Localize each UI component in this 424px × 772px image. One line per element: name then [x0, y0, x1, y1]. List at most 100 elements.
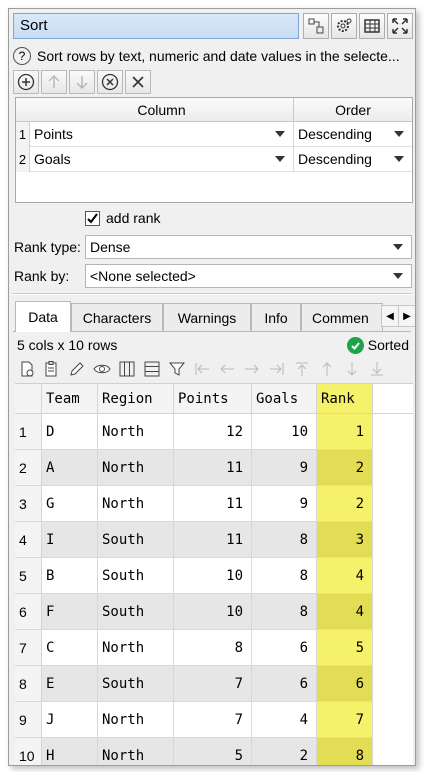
- settings-button[interactable]: [331, 13, 357, 39]
- grid-cell-region[interactable]: North: [98, 450, 174, 486]
- first-column-button[interactable]: [190, 357, 214, 381]
- grid-row-number[interactable]: 7: [15, 630, 42, 666]
- grid-header-rank[interactable]: Rank: [317, 384, 373, 414]
- grid-row-number[interactable]: 9: [15, 702, 42, 738]
- grid-cell-points[interactable]: 7: [174, 666, 252, 702]
- tab-info[interactable]: Info: [251, 303, 301, 331]
- grid-cell-rank[interactable]: 4: [317, 594, 373, 630]
- columns-button[interactable]: [115, 357, 139, 381]
- previous-column-button[interactable]: [215, 357, 239, 381]
- grid-cell-team[interactable]: D: [42, 414, 98, 450]
- grid-header-team[interactable]: Team: [42, 384, 98, 414]
- add-rank-checkbox[interactable]: [85, 210, 100, 226]
- maximize-button[interactable]: [387, 13, 413, 39]
- grid-cell-rank[interactable]: 4: [317, 558, 373, 594]
- grid-row-number[interactable]: 1: [15, 414, 42, 450]
- grid-cell-region[interactable]: South: [98, 558, 174, 594]
- grid-cell-points[interactable]: 10: [174, 558, 252, 594]
- grid-cell-goals[interactable]: 10: [252, 414, 317, 450]
- grid-cell-goals[interactable]: 9: [252, 450, 317, 486]
- grid-cell-team[interactable]: A: [42, 450, 98, 486]
- grid-cell-points[interactable]: 7: [174, 702, 252, 738]
- clear-rows-button[interactable]: [125, 70, 151, 94]
- table-view-button[interactable]: [359, 13, 385, 39]
- grid-row-number[interactable]: 3: [15, 486, 42, 522]
- node-settings-button[interactable]: [303, 13, 329, 39]
- grid-cell-goals[interactable]: 6: [252, 666, 317, 702]
- last-column-button[interactable]: [265, 357, 289, 381]
- grid-cell-points[interactable]: 12: [174, 414, 252, 450]
- grid-cell-rank[interactable]: 7: [317, 702, 373, 738]
- add-rank-option[interactable]: add rank: [85, 208, 160, 228]
- view-button[interactable]: [90, 357, 114, 381]
- filter-button[interactable]: [165, 357, 189, 381]
- grid-cell-team[interactable]: H: [42, 738, 98, 765]
- grid-cell-team[interactable]: I: [42, 522, 98, 558]
- move-up-button[interactable]: [41, 70, 67, 94]
- grid-cell-team[interactable]: J: [42, 702, 98, 738]
- grid-cell-goals[interactable]: 4: [252, 702, 317, 738]
- grid-row-number[interactable]: 4: [15, 522, 42, 558]
- grid-cell-points[interactable]: 5: [174, 738, 252, 765]
- copy-button[interactable]: [40, 357, 64, 381]
- grid-cell-rank[interactable]: 8: [317, 738, 373, 765]
- tab-data[interactable]: Data: [15, 301, 71, 332]
- last-row-button[interactable]: [365, 357, 389, 381]
- grid-cell-goals[interactable]: 6: [252, 630, 317, 666]
- tab-warnings[interactable]: Warnings: [163, 303, 251, 331]
- grid-cell-region[interactable]: North: [98, 414, 174, 450]
- grid-cell-region[interactable]: South: [98, 594, 174, 630]
- grid-cell-rank[interactable]: 3: [317, 522, 373, 558]
- grid-cell-goals[interactable]: 9: [252, 486, 317, 522]
- grid-cell-region[interactable]: North: [98, 486, 174, 522]
- move-down-button[interactable]: [69, 70, 95, 94]
- grid-cell-goals[interactable]: 8: [252, 594, 317, 630]
- rank-by-select[interactable]: <None selected>: [85, 264, 412, 288]
- grid-cell-rank[interactable]: 2: [317, 486, 373, 522]
- help-icon[interactable]: ?: [13, 47, 31, 65]
- tab-scroll-right-button[interactable]: ▶: [398, 305, 415, 327]
- edit-button[interactable]: [65, 357, 89, 381]
- grid-header-region[interactable]: Region: [98, 384, 174, 414]
- tab-comments[interactable]: Commen: [301, 303, 383, 331]
- grid-cell-rank[interactable]: 6: [317, 666, 373, 702]
- grid-cell-goals[interactable]: 8: [252, 522, 317, 558]
- sort-order-select[interactable]: Descending: [294, 147, 412, 172]
- grid-cell-rank[interactable]: 5: [317, 630, 373, 666]
- next-column-button[interactable]: [240, 357, 264, 381]
- grid-row-number[interactable]: 5: [15, 558, 42, 594]
- grid-row-number[interactable]: 2: [15, 450, 42, 486]
- sort-order-select[interactable]: Descending: [294, 122, 412, 147]
- sort-column-select[interactable]: Goals: [30, 147, 294, 172]
- first-row-button[interactable]: [290, 357, 314, 381]
- export-button[interactable]: [15, 357, 39, 381]
- grid-cell-points[interactable]: 11: [174, 486, 252, 522]
- grid-cell-points[interactable]: 11: [174, 450, 252, 486]
- title-field[interactable]: Sort: [13, 13, 299, 39]
- grid-cell-team[interactable]: C: [42, 630, 98, 666]
- grid-cell-region[interactable]: North: [98, 630, 174, 666]
- grid-header-points[interactable]: Points: [174, 384, 252, 414]
- grid-cell-team[interactable]: B: [42, 558, 98, 594]
- grid-cell-goals[interactable]: 2: [252, 738, 317, 765]
- remove-row-button[interactable]: [97, 70, 123, 94]
- grid-cell-team[interactable]: F: [42, 594, 98, 630]
- rows-button[interactable]: [140, 357, 164, 381]
- grid-cell-region[interactable]: South: [98, 522, 174, 558]
- add-row-button[interactable]: [13, 70, 39, 94]
- grid-row-number[interactable]: 10: [15, 738, 42, 765]
- grid-cell-rank[interactable]: 2: [317, 450, 373, 486]
- grid-cell-points[interactable]: 8: [174, 630, 252, 666]
- grid-cell-region[interactable]: South: [98, 666, 174, 702]
- tab-scroll-left-button[interactable]: ◀: [381, 305, 399, 327]
- grid-cell-region[interactable]: North: [98, 702, 174, 738]
- rank-type-select[interactable]: Dense: [85, 235, 412, 259]
- grid-header-goals[interactable]: Goals: [252, 384, 317, 414]
- grid-cell-goals[interactable]: 8: [252, 558, 317, 594]
- grid-cell-points[interactable]: 11: [174, 522, 252, 558]
- grid-cell-rank[interactable]: 1: [317, 414, 373, 450]
- grid-row-number[interactable]: 6: [15, 594, 42, 630]
- grid-cell-region[interactable]: North: [98, 738, 174, 765]
- tab-characters[interactable]: Characters: [71, 303, 163, 331]
- grid-cell-points[interactable]: 10: [174, 594, 252, 630]
